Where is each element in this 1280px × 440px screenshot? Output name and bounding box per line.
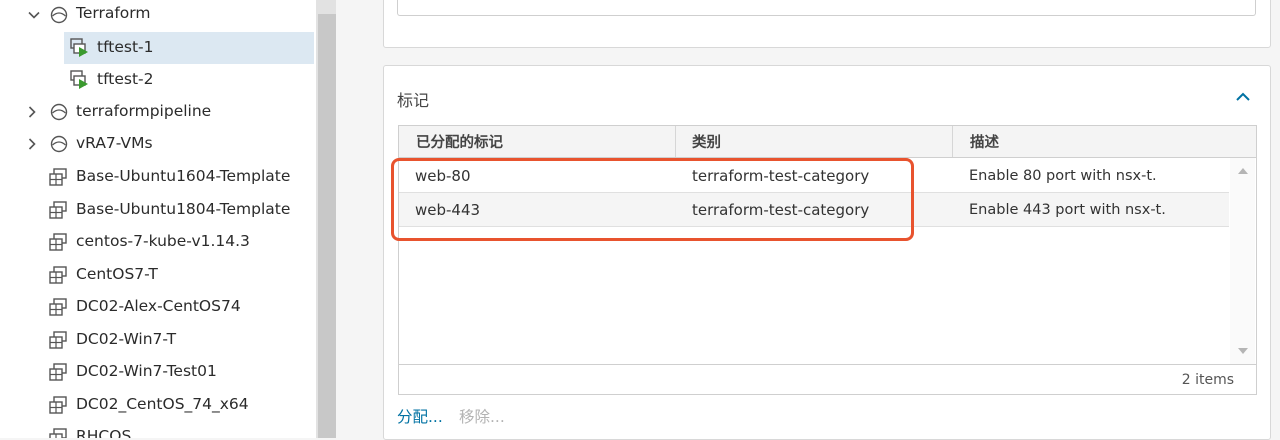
tree-item-template[interactable]: Base-Ubuntu1804-Template xyxy=(0,195,316,225)
tree-item-label: DC02_CentOS_74_x64 xyxy=(76,395,249,413)
tree-item-template[interactable]: DC02-Win7-Test01 xyxy=(0,357,316,387)
tree-item-template[interactable]: RHCOS xyxy=(0,422,316,438)
grid-header: 已分配的标记 类别 描述 xyxy=(399,126,1256,158)
vm-folder-icon xyxy=(49,5,69,25)
tree-item-label: terraformpipeline xyxy=(76,102,212,120)
item-count: 2 items xyxy=(1181,372,1234,388)
cell-description: Enable 443 port with nsx-t. xyxy=(969,201,1166,218)
tree-item-label: DC02-Win7-Test01 xyxy=(76,362,217,380)
collapse-button[interactable] xyxy=(1232,86,1254,108)
column-separator[interactable] xyxy=(952,126,953,157)
column-header-assigned-tag[interactable]: 已分配的标记 xyxy=(416,126,503,157)
inventory-tree: Terraform tftest-1 tftest-2 terraformpip… xyxy=(0,0,316,438)
scroll-up-arrow-icon[interactable] xyxy=(1238,168,1248,174)
vm-folder-icon xyxy=(49,134,69,154)
vm-template-icon xyxy=(48,395,68,415)
column-header-category[interactable]: 类别 xyxy=(692,126,721,157)
column-header-description[interactable]: 描述 xyxy=(970,126,999,157)
grid-scrollbar[interactable] xyxy=(1230,158,1255,365)
vm-powered-on-icon xyxy=(69,69,89,89)
tree-item-label: tftest-2 xyxy=(97,70,154,88)
tree-item-template[interactable]: Base-Ubuntu1604-Template xyxy=(0,162,316,192)
tree-item-template[interactable]: CentOS7-T xyxy=(0,260,316,290)
tree-item-template[interactable]: DC02_CentOS_74_x64 xyxy=(0,390,316,420)
chevron-down-icon[interactable] xyxy=(26,7,42,23)
tree-item-label: DC02-Alex-CentOS74 xyxy=(76,297,241,315)
tree-item-terraform[interactable]: Terraform xyxy=(0,0,316,30)
vm-template-icon xyxy=(48,362,68,382)
cell-description: Enable 80 port with nsx-t. xyxy=(969,167,1157,184)
chevron-up-icon xyxy=(1236,92,1250,101)
cell-tag: web-443 xyxy=(415,200,481,219)
vm-template-icon xyxy=(48,167,68,187)
tree-item-label: CentOS7-T xyxy=(76,265,158,283)
cell-category: terraform-test-category xyxy=(692,166,870,185)
column-separator[interactable] xyxy=(675,126,676,157)
tags-grid: 已分配的标记 类别 描述 web-80 terraform-test-categ… xyxy=(398,125,1257,395)
tree-item-tftest-2[interactable]: tftest-2 xyxy=(0,64,316,94)
tree-item-vra7-vms[interactable]: vRA7-VMs xyxy=(0,129,316,159)
cell-tag: web-80 xyxy=(415,166,471,185)
tree-item-template[interactable]: DC02-Win7-T xyxy=(0,325,316,355)
tree-item-terraformpipeline[interactable]: terraformpipeline xyxy=(0,97,316,127)
tree-item-label: Terraform xyxy=(76,4,151,22)
tree-item-label: DC02-Win7-T xyxy=(76,330,177,348)
tree-item-label: Base-Ubuntu1804-Template xyxy=(76,200,291,218)
assign-tag-link[interactable]: 分配... xyxy=(397,405,443,427)
tree-item-label: Base-Ubuntu1604-Template xyxy=(76,167,291,185)
tree-item-label: centos-7-kube-v1.14.3 xyxy=(76,232,250,250)
vm-folder-icon xyxy=(49,102,69,122)
tree-item-template[interactable]: DC02-Alex-CentOS74 xyxy=(0,292,316,322)
remove-tag-link[interactable]: 移除... xyxy=(459,405,505,427)
tree-item-label: vRA7-VMs xyxy=(76,134,153,152)
table-row[interactable]: web-443 terraform-test-category Enable 4… xyxy=(399,193,1229,227)
chevron-right-icon[interactable] xyxy=(24,104,40,120)
previous-card-content xyxy=(397,0,1256,16)
grid-footer: 2 items xyxy=(399,364,1256,394)
vm-template-icon xyxy=(48,200,68,220)
vm-template-icon xyxy=(48,265,68,285)
vm-template-icon xyxy=(48,232,68,252)
chevron-right-icon[interactable] xyxy=(24,136,40,152)
vm-template-icon xyxy=(48,297,68,317)
tree-item-label: RHCOS xyxy=(76,427,132,438)
vm-template-icon xyxy=(48,330,68,350)
vm-template-icon xyxy=(48,427,68,438)
tree-item-tftest-1[interactable]: tftest-1 xyxy=(0,32,316,64)
scroll-down-arrow-icon[interactable] xyxy=(1238,348,1248,354)
cell-category: terraform-test-category xyxy=(692,200,870,219)
tree-scrollbar-thumb[interactable] xyxy=(318,14,336,438)
tree-item-template[interactable]: centos-7-kube-v1.14.3 xyxy=(0,227,316,257)
vm-powered-on-icon xyxy=(69,37,89,57)
table-row[interactable]: web-80 terraform-test-category Enable 80… xyxy=(399,159,1229,193)
tags-card-title: 标记 xyxy=(397,91,430,110)
tree-item-label: tftest-1 xyxy=(97,38,154,56)
